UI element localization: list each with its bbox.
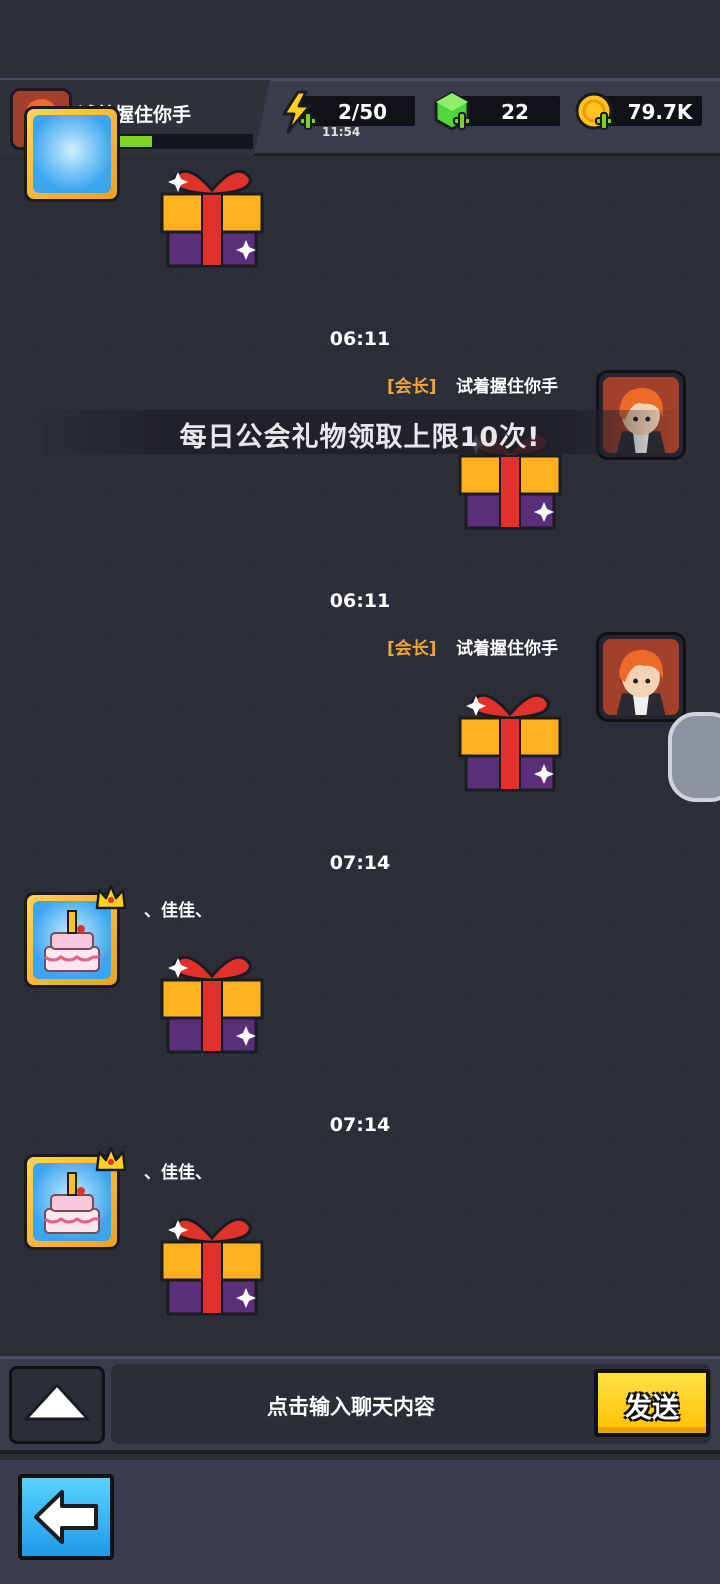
gift-box-icon[interactable] [156, 1208, 268, 1318]
energy-timer: 11:54 [322, 125, 361, 139]
green-gem-icon[interactable] [432, 90, 476, 136]
lightning-bolt-icon[interactable] [278, 90, 322, 136]
send-button-label: 发送 [625, 1393, 679, 1424]
coin-value: 79.7K [627, 100, 693, 124]
expand-button[interactable] [9, 1366, 105, 1444]
message-timestamp: 06:11 [329, 590, 391, 612]
sender-name: 、佳佳、 [144, 901, 212, 921]
message-timestamp: 06:11 [329, 328, 391, 350]
sender-avatar[interactable] [596, 632, 686, 722]
gold-coin-icon[interactable] [574, 90, 618, 136]
birthday-cake-icon [44, 910, 100, 972]
message-timestamp: 07:14 [329, 852, 391, 874]
gem-value: 22 [501, 100, 529, 124]
toast-message: 每日公会礼物领取上限10次! [179, 422, 541, 453]
chat-input-placeholder: 点击输入聊天内容 [267, 1395, 435, 1419]
side-panel-handle[interactable] [668, 712, 720, 802]
xp-progress-bar [108, 134, 253, 149]
gift-box-icon[interactable] [156, 946, 268, 1056]
crown-icon [95, 1146, 127, 1172]
character-portrait-icon [603, 639, 679, 715]
cake-badge-avatar[interactable] [24, 106, 120, 202]
message-timestamp: 07:14 [329, 1114, 391, 1136]
sender-name: 试着握住你手 [456, 639, 558, 659]
birthday-cake-icon [44, 1172, 100, 1234]
role-tag: [会长] [387, 377, 437, 397]
crown-icon [95, 884, 127, 910]
gift-box-icon[interactable] [156, 160, 268, 270]
role-tag: [会长] [387, 639, 437, 659]
gift-box-icon[interactable] [454, 684, 566, 794]
sender-name: 试着握住你手 [456, 377, 558, 397]
triangle-up-icon [24, 1383, 90, 1421]
energy-value: 2/50 [337, 100, 388, 124]
back-button[interactable] [18, 1474, 114, 1560]
arrow-left-icon [34, 1490, 98, 1544]
top-background [0, 0, 720, 80]
sender-name: 、佳佳、 [144, 1163, 212, 1183]
